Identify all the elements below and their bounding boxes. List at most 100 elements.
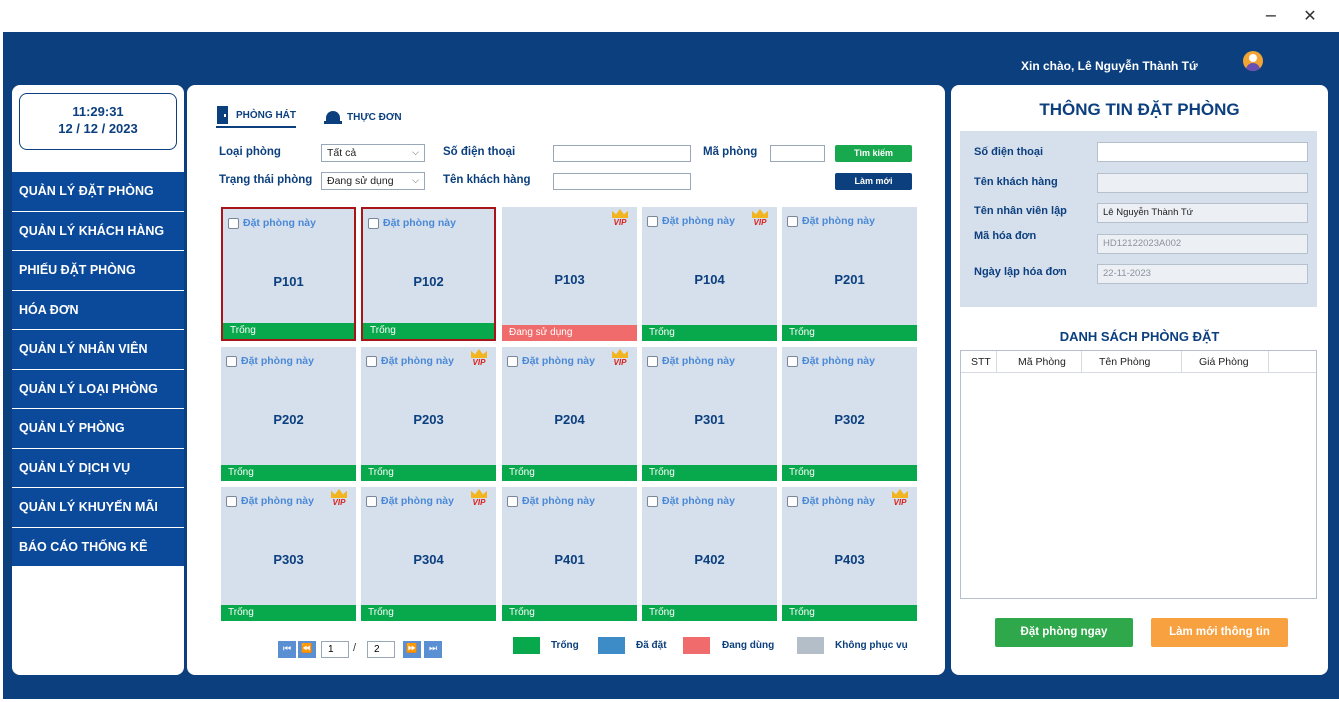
user-avatar-icon[interactable] [1243, 51, 1263, 71]
checkbox-icon[interactable] [787, 215, 798, 227]
room-status: Trống [361, 605, 496, 621]
book-room-label: Đặt phòng này [241, 355, 314, 367]
room-code: P104 [694, 272, 725, 287]
sidebar-item[interactable]: QUẢN LÝ ĐẶT PHÒNG [12, 172, 184, 212]
sidebar-item[interactable]: PHIẾU ĐẶT PHÒNG [12, 251, 184, 291]
booking-invoice-field: HD12122023A002 [1097, 234, 1308, 254]
clock-time: 11:29:31 [72, 104, 124, 119]
room-card[interactable]: Đặt phòng này P201 Trống [782, 207, 917, 341]
column-header[interactable]: Mã Phòng [1018, 356, 1066, 368]
room-card[interactable]: Đặt phòng này VIP P403 Trống [782, 487, 917, 621]
book-room-checkbox[interactable]: Đặt phòng này [507, 495, 595, 507]
book-room-checkbox[interactable]: Đặt phòng này [366, 495, 454, 507]
book-room-checkbox[interactable]: Đặt phòng này [228, 217, 316, 229]
reset-info-button[interactable]: Làm mới thông tin [1151, 618, 1288, 647]
sidebar-item[interactable]: QUẢN LÝ KHUYẾN MÃI [12, 488, 184, 528]
column-header[interactable]: Tên Phòng [1099, 356, 1150, 368]
last-page-button[interactable]: ⏭ [424, 641, 442, 658]
vip-crown-icon: VIP [891, 489, 909, 511]
room-card[interactable]: Đặt phòng này P302 Trống [782, 347, 917, 481]
room-card[interactable]: VIP P103 Đang sử dụng [502, 207, 637, 341]
book-room-checkbox[interactable]: Đặt phòng này [787, 215, 875, 227]
book-room-checkbox[interactable]: Đặt phòng này [507, 355, 595, 367]
sidebar-item[interactable]: QUẢN LÝ NHÂN VIÊN [12, 330, 184, 370]
room-status-value: Đang sử dụng [327, 175, 394, 187]
sidebar-item[interactable]: QUẢN LÝ DỊCH VỤ [12, 448, 184, 488]
checkbox-icon[interactable] [366, 355, 377, 367]
search-button[interactable]: Tìm kiếm [835, 145, 912, 162]
room-code-input[interactable] [770, 145, 825, 162]
book-room-checkbox[interactable]: Đặt phòng này [787, 355, 875, 367]
checkbox-icon[interactable] [228, 217, 239, 229]
room-card[interactable]: Đặt phòng này P301 Trống [642, 347, 777, 481]
column-header[interactable]: STT [971, 356, 991, 368]
close-button[interactable]: ✕ [1295, 4, 1325, 28]
tab-rooms-label: PHÒNG HÁT [236, 109, 296, 121]
checkbox-icon[interactable] [507, 495, 518, 507]
vip-label: VIP [472, 358, 486, 367]
minimize-button[interactable]: − [1256, 4, 1286, 28]
checkbox-icon[interactable] [787, 355, 798, 367]
chevron-down-icon: ⌵ [412, 176, 419, 186]
room-card[interactable]: Đặt phòng này P202 Trống [221, 347, 356, 481]
room-status: Trống [642, 605, 777, 621]
checkbox-icon[interactable] [647, 495, 658, 507]
first-page-button[interactable]: ⏮ [278, 641, 296, 658]
book-room-checkbox[interactable]: Đặt phòng này [368, 217, 456, 229]
next-page-button[interactable]: ⏩ [403, 641, 421, 658]
checkbox-icon[interactable] [366, 495, 377, 507]
room-card[interactable]: Đặt phòng này VIP P303 Trống [221, 487, 356, 621]
checkbox-icon[interactable] [226, 355, 237, 367]
book-room-checkbox[interactable]: Đặt phòng này [647, 215, 735, 227]
room-card[interactable]: Đặt phòng này VIP P204 Trống [502, 347, 637, 481]
room-card[interactable]: Đặt phòng này P102 Trống [361, 207, 496, 341]
checkbox-icon[interactable] [507, 355, 518, 367]
book-room-checkbox[interactable]: Đặt phòng này [647, 355, 735, 367]
book-room-checkbox[interactable]: Đặt phòng này [647, 495, 735, 507]
vip-crown-icon: VIP [751, 209, 769, 231]
room-status-select[interactable]: Đang sử dụng ⌵ [321, 172, 425, 190]
room-card[interactable]: Đặt phòng này VIP P203 Trống [361, 347, 496, 481]
booking-phone-input[interactable] [1097, 142, 1308, 162]
sidebar-item[interactable]: HÓA ĐƠN [12, 290, 184, 330]
book-now-button[interactable]: Đặt phòng ngay [995, 618, 1133, 647]
sidebar-item[interactable]: QUẢN LÝ PHÒNG [12, 409, 184, 449]
room-card[interactable]: Đặt phòng này P401 Trống [502, 487, 637, 621]
phone-input[interactable] [553, 145, 691, 162]
book-room-checkbox[interactable]: Đặt phòng này [787, 495, 875, 507]
book-room-checkbox[interactable]: Đặt phòng này [226, 355, 314, 367]
book-room-checkbox[interactable]: Đặt phòng này [366, 355, 454, 367]
checkbox-icon[interactable] [226, 495, 237, 507]
customer-input[interactable] [553, 173, 691, 190]
column-header[interactable]: Giá Phòng [1199, 356, 1249, 368]
room-status: Trống [221, 605, 356, 621]
booking-title: THÔNG TIN ĐẶT PHÒNG [1039, 100, 1240, 119]
room-card[interactable]: Đặt phòng này P402 Trống [642, 487, 777, 621]
refresh-button[interactable]: Làm mới [835, 173, 912, 190]
prev-page-button[interactable]: ⏪ [298, 641, 316, 658]
room-code: P202 [273, 412, 304, 427]
checkbox-icon[interactable] [368, 217, 379, 229]
book-room-checkbox[interactable]: Đặt phòng này [226, 495, 314, 507]
book-room-label: Đặt phòng này [522, 355, 595, 367]
checkbox-icon[interactable] [647, 355, 658, 367]
sidebar-item[interactable]: QUẢN LÝ KHÁCH HÀNG [12, 211, 184, 251]
booking-form: Số điện thoại Tên khách hàng Tên nhân vi… [960, 131, 1317, 307]
room-type-select[interactable]: Tất cả ⌵ [321, 144, 425, 162]
tab-menu[interactable]: THỰC ĐƠN [324, 106, 402, 128]
page-current-input[interactable]: 1 [321, 641, 349, 658]
room-code: P102 [413, 274, 444, 289]
room-card[interactable]: Đặt phòng này VIP P304 Trống [361, 487, 496, 621]
checkbox-icon[interactable] [787, 495, 798, 507]
room-card[interactable]: Đặt phòng này VIP P104 Trống [642, 207, 777, 341]
checkbox-icon[interactable] [647, 215, 658, 227]
room-card[interactable]: Đặt phòng này P101 Trống [221, 207, 356, 341]
sidebar-item[interactable]: BÁO CÁO THỐNG KÊ [12, 527, 184, 567]
sidebar-item[interactable]: QUẢN LÝ LOẠI PHÒNG [12, 369, 184, 409]
tab-rooms[interactable]: PHÒNG HÁT [216, 106, 296, 128]
booking-customer-field [1097, 173, 1308, 193]
legend-label: Đang dùng [722, 640, 775, 651]
book-room-label: Đặt phòng này [802, 495, 875, 507]
booking-phone-label: Số điện thoại [974, 146, 1044, 158]
room-status: Trống [221, 465, 356, 481]
